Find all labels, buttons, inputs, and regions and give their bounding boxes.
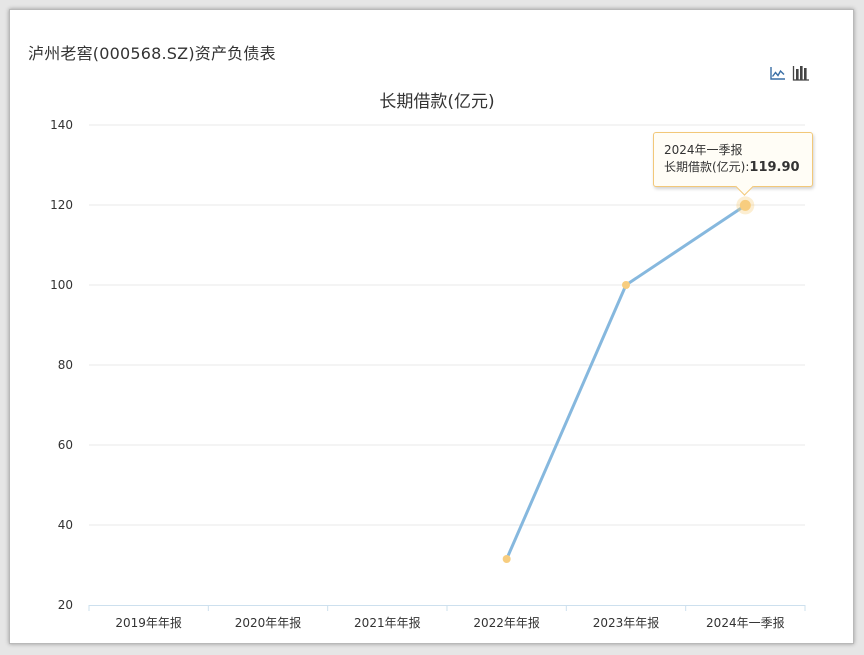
y-tick-label: 80 [58, 358, 73, 372]
x-tick-label: 2021年年报 [354, 615, 421, 630]
tooltip-label: 长期借款(亿元): [664, 160, 750, 174]
tooltip-value: 119.90 [749, 160, 800, 175]
y-axis-ticks: 20 40 60 80 100 120 140 [50, 118, 73, 612]
data-tooltip: 2024年一季报 长期借款(亿元):119.90 [653, 132, 813, 196]
series-line-path [505, 204, 747, 560]
y-tick-label: 120 [50, 198, 73, 212]
x-tick-label: 2023年年报 [593, 615, 660, 630]
y-tick-label: 140 [50, 118, 73, 132]
x-tick-label: 2019年年报 [115, 615, 182, 630]
x-axis: 2019年年报 2020年年报 2021年年报 2022年年报 2023年年报 2024年… [88, 605, 806, 630]
series-line [505, 204, 747, 560]
x-tick-label: 2024年一季报 [706, 615, 785, 630]
data-point[interactable] [739, 199, 751, 211]
data-points [502, 196, 755, 563]
chart-title: 长期借款(亿元) [379, 92, 494, 112]
tooltip-row: 长期借款(亿元):119.90 [664, 159, 812, 176]
data-point[interactable] [622, 281, 630, 289]
tooltip-period: 2024年一季报 [664, 143, 743, 157]
y-tick-label: 20 [58, 598, 73, 612]
y-tick-label: 40 [58, 518, 73, 532]
x-tick-label: 2020年年报 [235, 615, 302, 630]
data-point[interactable] [502, 555, 511, 563]
y-tick-label: 60 [58, 438, 73, 452]
x-tick-label: 2022年年报 [473, 615, 540, 630]
line-chart: 长期借款(亿元) 20 40 60 80 100 120 140 2019年年报 2020年年… [50, 92, 806, 630]
y-tick-label: 100 [50, 278, 73, 292]
